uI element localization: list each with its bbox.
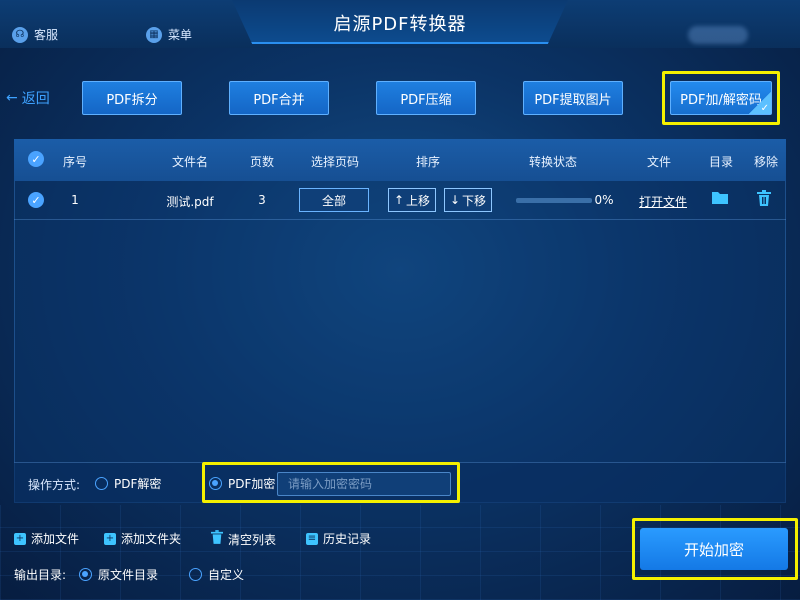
history-button[interactable]: ≡ 历史记录 <box>306 530 371 547</box>
start-encrypt-button[interactable]: 开始加密 <box>640 528 788 570</box>
output-custom-radio[interactable] <box>189 568 202 581</box>
progress-percent: 0% <box>594 193 614 207</box>
trash-icon <box>211 530 223 548</box>
output-original-option[interactable]: 原文件目录 <box>79 566 158 583</box>
add-folder-icon: + <box>104 532 116 545</box>
output-custom-label: 自定义 <box>208 568 245 582</box>
selected-corner-check-icon: ✓ <box>749 92 771 114</box>
tool-pdf-split[interactable]: PDF拆分 <box>82 81 182 115</box>
header-remove: 移除 <box>753 155 778 169</box>
header-filename: 文件名 <box>171 155 208 169</box>
row-pages: 3 <box>258 193 266 207</box>
page-select-field[interactable]: 全部 <box>299 188 369 212</box>
headset-icon: ☊ <box>12 26 28 43</box>
add-file-label: 添加文件 <box>31 532 80 546</box>
header-status: 转换状态 <box>528 155 577 169</box>
tool-pdf-extract-images[interactable]: PDF提取图片 <box>523 81 623 115</box>
output-custom-option[interactable]: 自定义 <box>189 566 244 583</box>
output-original-radio[interactable] <box>79 568 92 581</box>
move-down-button[interactable]: ↓ 下移 <box>444 188 492 212</box>
back-button[interactable]: ← 返回 <box>6 88 50 108</box>
operation-label: 操作方式: <box>28 478 81 492</box>
tool-pdf-encrypt-decrypt[interactable]: PDF加/解密码 ✓ <box>670 81 772 115</box>
tool-pdf-merge[interactable]: PDF合并 <box>229 81 329 115</box>
row-divider <box>14 219 786 220</box>
arrow-up-icon: ↑ <box>393 193 405 207</box>
history-document-icon: ≡ <box>306 532 318 545</box>
password-input[interactable] <box>277 472 451 496</box>
decrypt-radio-option[interactable]: PDF解密 <box>95 475 161 492</box>
move-up-label: 上移 <box>406 193 431 208</box>
encrypt-radio-option[interactable]: PDF加密 <box>209 475 275 492</box>
header-file: 文件 <box>646 155 671 169</box>
add-file-button[interactable]: + 添加文件 <box>14 530 79 547</box>
trash-icon[interactable] <box>757 190 771 210</box>
row-filename: 测试.pdf <box>166 195 214 209</box>
grid-menu-icon: ▦ <box>146 26 162 43</box>
back-label: 返回 <box>21 91 50 107</box>
decrypt-radio[interactable] <box>95 477 108 490</box>
clear-list-button[interactable]: 清空列表 <box>211 530 276 548</box>
open-file-link[interactable]: 打开文件 <box>639 193 687 210</box>
encrypt-radio[interactable] <box>209 477 222 490</box>
arrow-down-icon: ↓ <box>449 193 461 207</box>
add-file-icon: + <box>14 532 26 545</box>
output-dir-row: 输出目录: <box>14 566 66 583</box>
add-folder-label: 添加文件夹 <box>121 532 182 546</box>
select-all-checkbox[interactable]: ✓ <box>28 151 44 167</box>
header-pages: 页数 <box>249 155 274 169</box>
progress-bar <box>516 198 592 203</box>
move-up-button[interactable]: ↑ 上移 <box>388 188 436 212</box>
add-folder-button[interactable]: + 添加文件夹 <box>104 530 181 547</box>
user-account-blurred[interactable] <box>688 26 748 44</box>
header-index: 序号 <box>62 155 87 169</box>
decrypt-label: PDF解密 <box>114 477 162 491</box>
output-original-label: 原文件目录 <box>98 568 159 582</box>
back-arrow-icon: ← <box>6 90 18 106</box>
tool-pdf-compress[interactable]: PDF压缩 <box>376 81 476 115</box>
clear-list-label: 清空列表 <box>228 532 277 547</box>
row-checkbox[interactable]: ✓ <box>28 192 44 208</box>
output-label: 输出目录: <box>14 568 67 582</box>
customer-service-button[interactable]: ☊ 客服 <box>12 26 58 43</box>
header-order: 排序 <box>415 155 440 169</box>
encrypt-label: PDF加密 <box>228 477 276 491</box>
history-label: 历史记录 <box>323 532 372 546</box>
app-title: 启源PDF转换器 <box>333 14 467 35</box>
header-dir: 目录 <box>708 155 733 169</box>
folder-icon[interactable] <box>711 190 729 209</box>
menu-button[interactable]: ▦ 菜单 <box>146 26 192 43</box>
header-select-pages: 选择页码 <box>310 155 359 169</box>
move-down-label: 下移 <box>462 193 487 208</box>
row-index: 1 <box>71 193 79 207</box>
customer-service-label: 客服 <box>34 28 59 42</box>
menu-label: 菜单 <box>168 28 193 42</box>
